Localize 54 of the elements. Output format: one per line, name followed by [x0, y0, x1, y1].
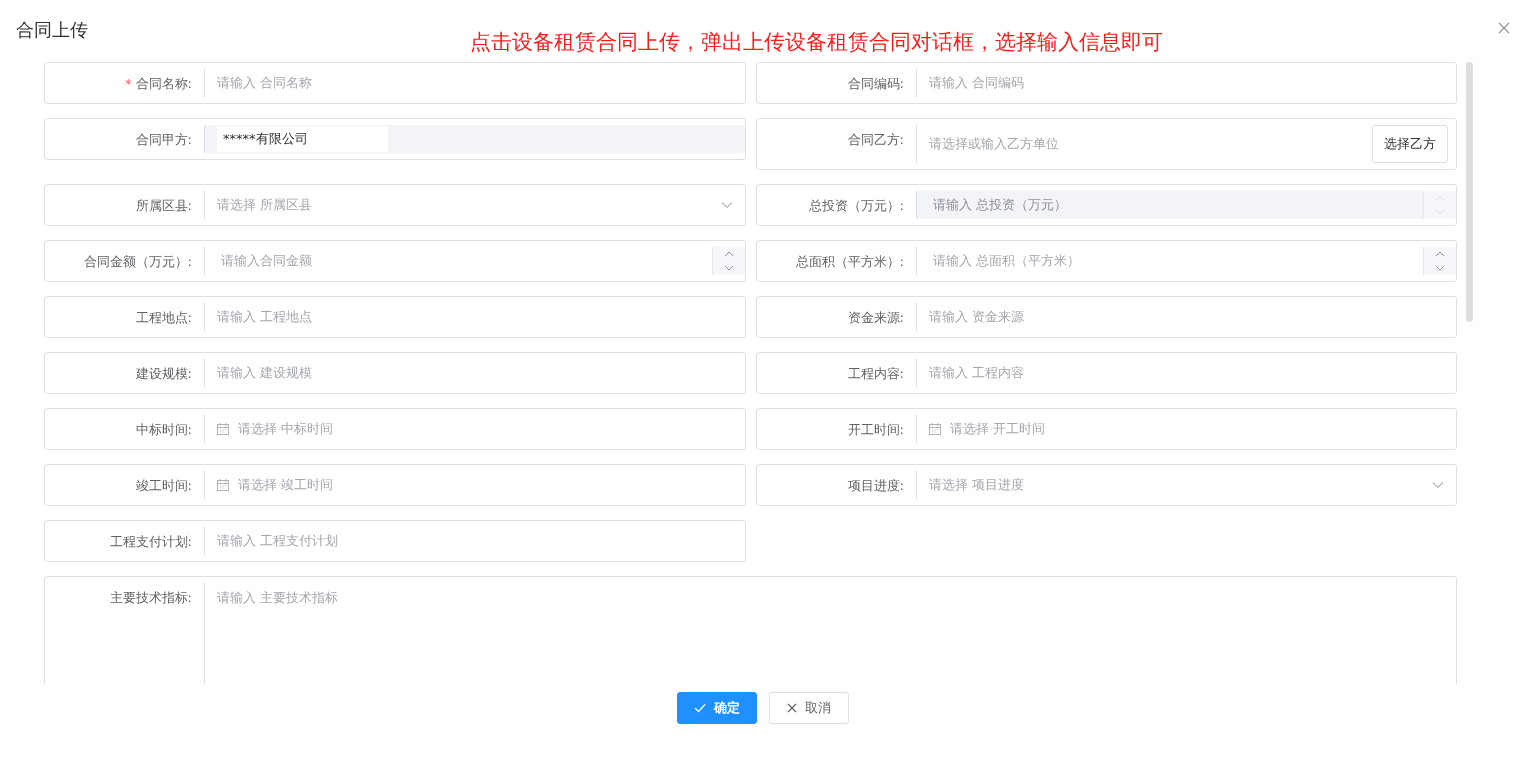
field-label: 总投资（万元）: [807, 197, 905, 215]
annotation-text: 点击设备租赁合同上传，弹出上传设备租赁合同对话框，选择输入信息即可 [470, 29, 1163, 56]
chevron-down-icon[interactable] [724, 265, 734, 271]
close-icon[interactable] [1498, 22, 1510, 34]
field-label: 项目进度: [846, 477, 905, 495]
chevron-up-icon[interactable] [724, 251, 734, 257]
field-label: 合同乙方: [846, 131, 905, 149]
field-label: 资金来源: [846, 309, 905, 327]
field-label: 合同金额（万元）: [82, 253, 193, 271]
field-label: 工程内容: [846, 365, 905, 383]
calendar-icon [929, 423, 941, 435]
check-icon [693, 703, 706, 713]
confirm-button[interactable]: 确定 [676, 692, 757, 724]
required-mark: * [125, 76, 132, 91]
chevron-down-icon[interactable] [1435, 265, 1445, 271]
number-stepper[interactable] [1423, 247, 1456, 275]
input-field[interactable]: 请选择 项目进度 [916, 471, 1456, 499]
calendar-icon [217, 423, 229, 435]
chevron-down-icon [1432, 481, 1444, 489]
input-field[interactable]: 请选择 开工时间 [916, 415, 1456, 443]
input-field[interactable]: 请输入 工程支付计划 [204, 527, 745, 555]
field-label: * 合同名称: [124, 75, 193, 93]
field-label: 总面积（平方米）: [794, 253, 905, 271]
input-field[interactable]: 请选择 中标时间 [204, 415, 745, 443]
input-field[interactable]: 请选择 所属区县 [204, 191, 745, 219]
input-field[interactable]: 请输入合同金额 [204, 247, 745, 275]
field-label: 开工时间: [846, 421, 905, 439]
close-icon [786, 703, 797, 713]
dialog-title: 合同上传 [16, 18, 88, 42]
field-label: 合同甲方: [134, 131, 193, 149]
input-field[interactable]: 请输入 合同编码 [916, 69, 1456, 97]
input-field[interactable]: 请输入 工程内容 [916, 359, 1456, 387]
scrollbar-thumb[interactable] [1466, 62, 1473, 322]
calendar-icon [217, 479, 229, 491]
input-field[interactable]: 请输入 资金来源 [916, 303, 1456, 331]
input-field[interactable]: 请选择或输入乙方单位 选择乙方 [916, 125, 1456, 163]
field-label: 所属区县: [134, 197, 193, 215]
field-label: 合同编码: [846, 75, 905, 93]
input-field[interactable]: 请输入 工程地点 [204, 303, 745, 331]
input-field[interactable]: 请输入 合同名称 [204, 69, 745, 97]
field-label: 工程支付计划: [108, 533, 193, 551]
field-label: 主要技术指标: [108, 589, 193, 607]
input-field[interactable]: 请输入 总面积（平方米） [916, 247, 1456, 275]
field-label: 工程地点: [134, 309, 193, 327]
choose-party-button[interactable]: 选择乙方 [1372, 125, 1448, 163]
input-field[interactable]: 请输入 建设规模 [204, 359, 745, 387]
field-label: 建设规模: [134, 365, 193, 383]
chevron-up-icon[interactable] [1435, 251, 1445, 257]
field-label: 竣工时间: [134, 477, 193, 495]
input-field[interactable]: 请选择 竣工时间 [204, 471, 745, 499]
chevron-down-icon [721, 201, 733, 209]
field-label: 中标时间: [134, 421, 193, 439]
cancel-button[interactable]: 取消 [768, 692, 849, 724]
number-stepper[interactable] [712, 247, 745, 275]
